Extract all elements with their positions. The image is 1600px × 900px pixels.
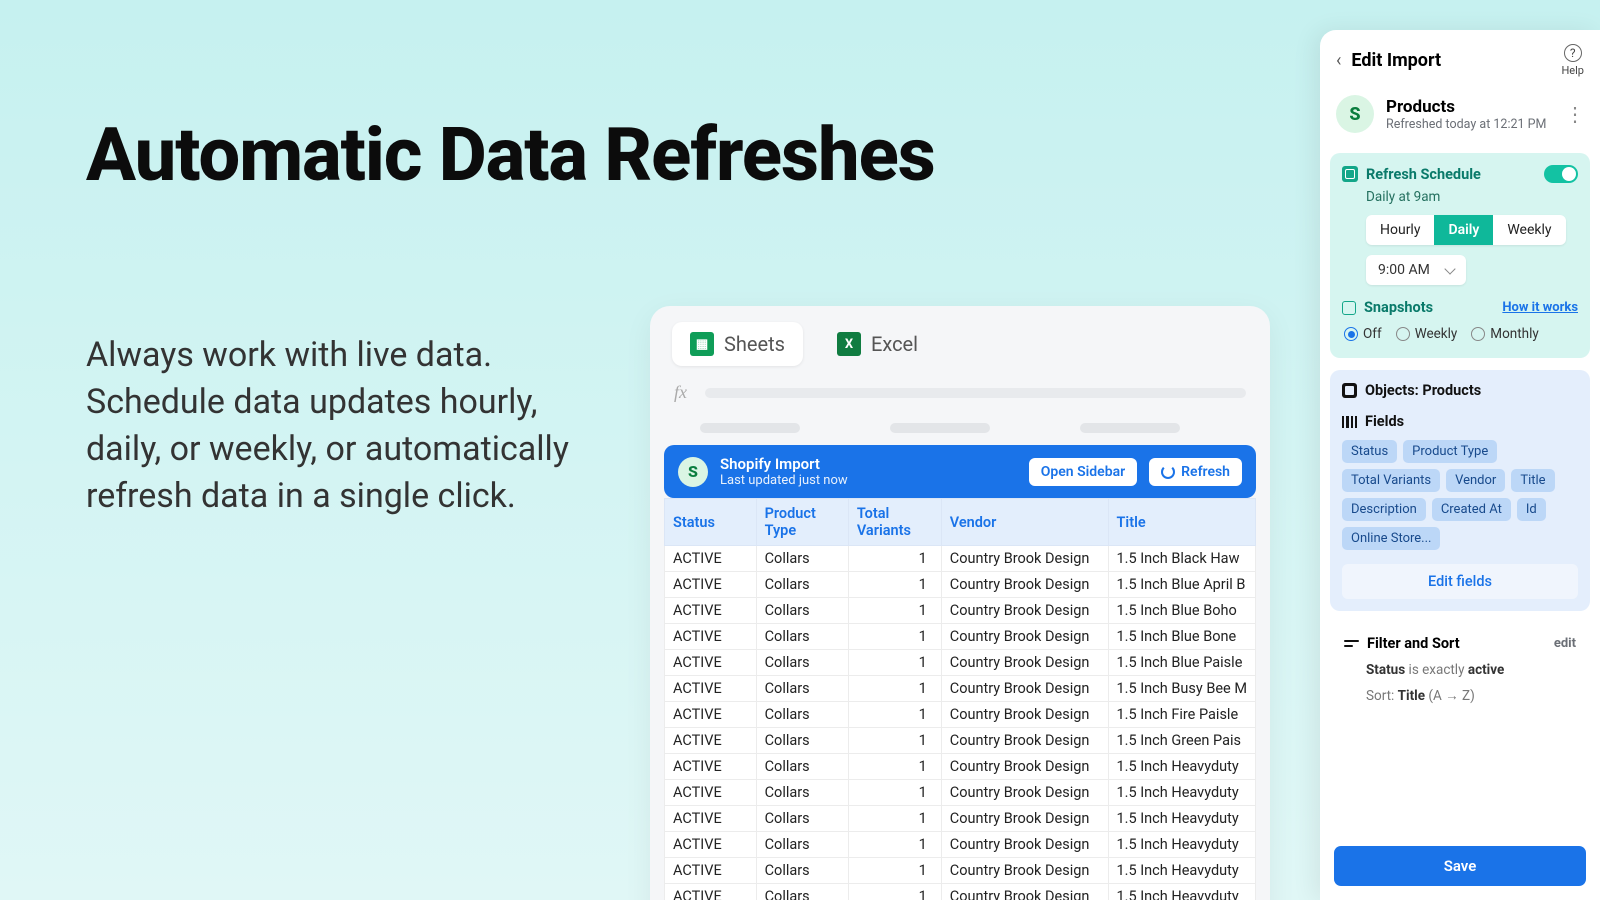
fx-icon: fx	[674, 382, 687, 403]
table-row[interactable]: ACTIVECollars1Country Brook Design1.5 In…	[665, 546, 1256, 572]
table-row[interactable]: ACTIVECollars1Country Brook Design1.5 In…	[665, 754, 1256, 780]
data-grid[interactable]: StatusProduct TypeTotal VariantsVendorTi…	[664, 498, 1256, 900]
table-row[interactable]: ACTIVECollars1Country Brook Design1.5 In…	[665, 650, 1256, 676]
filter-edit-link[interactable]: edit	[1554, 636, 1576, 651]
spreadsheet-card: ▦ Sheets X Excel fx S Shopify Import Las…	[650, 306, 1270, 900]
marketing-headline: Automatic Data Refreshes	[86, 112, 935, 199]
how-it-works-link[interactable]: How it works	[1502, 300, 1578, 315]
table-row[interactable]: ACTIVECollars1Country Brook Design1.5 In…	[665, 780, 1256, 806]
field-chip[interactable]: Product Type	[1403, 440, 1497, 463]
help-icon: ?	[1564, 44, 1582, 62]
sheets-icon: ▦	[690, 332, 714, 356]
snapshot-weekly[interactable]: Weekly	[1396, 326, 1458, 342]
formula-bar[interactable]: fx	[650, 376, 1270, 417]
schedule-icon	[1342, 166, 1358, 182]
field-chip[interactable]: Created At	[1432, 498, 1511, 521]
formula-input-placeholder	[705, 388, 1246, 398]
table-row[interactable]: ACTIVECollars1Country Brook Design1.5 In…	[665, 598, 1256, 624]
refresh-icon	[1161, 465, 1175, 479]
chevron-down-icon	[1444, 263, 1455, 274]
freq-hourly[interactable]: Hourly	[1366, 215, 1434, 245]
objects-label: Objects: Products	[1365, 382, 1481, 399]
edit-fields-button[interactable]: Edit fields	[1342, 564, 1578, 599]
objects-section: Objects: Products Fields Status Product T…	[1330, 370, 1590, 611]
field-chip[interactable]: Total Variants	[1342, 469, 1440, 492]
field-chip[interactable]: Status	[1342, 440, 1397, 463]
col-total-variants[interactable]: Total Variants	[848, 499, 941, 546]
banner-title: Shopify Import	[720, 455, 848, 473]
import-banner: S Shopify Import Last updated just now O…	[664, 445, 1256, 498]
field-chip[interactable]: Id	[1517, 498, 1546, 521]
table-row[interactable]: ACTIVECollars1Country Brook Design1.5 In…	[665, 624, 1256, 650]
column-placeholders	[650, 417, 1270, 445]
field-chip[interactable]: Title	[1511, 469, 1554, 492]
save-button[interactable]: Save	[1334, 846, 1586, 886]
snapshot-off[interactable]: Off	[1344, 326, 1382, 342]
schedule-section: Refresh Schedule Daily at 9am Hourly Dai…	[1330, 153, 1590, 358]
source-name: Products	[1386, 97, 1553, 117]
freq-weekly[interactable]: Weekly	[1493, 215, 1565, 245]
filter-icon	[1344, 640, 1359, 647]
panel-title: Edit Import	[1351, 50, 1551, 71]
table-row[interactable]: ACTIVECollars1Country Brook Design1.5 In…	[665, 858, 1256, 884]
snapshot-monthly[interactable]: Monthly	[1471, 326, 1538, 342]
objects-icon	[1342, 383, 1357, 398]
source-menu-icon[interactable]: ⋮	[1565, 102, 1584, 126]
freq-daily[interactable]: Daily	[1434, 215, 1493, 245]
open-sidebar-button[interactable]: Open Sidebar	[1029, 458, 1137, 486]
tab-sheets-label: Sheets	[724, 332, 785, 356]
fields-label: Fields	[1365, 413, 1404, 430]
table-row[interactable]: ACTIVECollars1Country Brook Design1.5 In…	[665, 702, 1256, 728]
back-icon[interactable]: ‹	[1336, 50, 1341, 71]
table-row[interactable]: ACTIVECollars1Country Brook Design1.5 In…	[665, 728, 1256, 754]
field-chip[interactable]: Online Store...	[1342, 527, 1440, 550]
snapshots-icon	[1342, 301, 1356, 315]
help-button[interactable]: ?Help	[1561, 44, 1584, 77]
excel-icon: X	[837, 332, 861, 356]
schedule-toggle[interactable]	[1544, 165, 1578, 183]
table-row[interactable]: ACTIVECollars1Country Brook Design1.5 In…	[665, 832, 1256, 858]
frequency-segment: Hourly Daily Weekly	[1366, 215, 1566, 245]
schedule-label: Refresh Schedule	[1366, 166, 1481, 183]
col-status[interactable]: Status	[665, 499, 757, 546]
field-chip[interactable]: Description	[1342, 498, 1426, 521]
field-chip[interactable]: Vendor	[1446, 469, 1505, 492]
marketing-subtext: Always work with live data. Schedule dat…	[86, 332, 586, 520]
refresh-button[interactable]: Refresh	[1149, 458, 1242, 486]
tab-excel[interactable]: X Excel	[819, 322, 936, 366]
edit-import-panel: ‹ Edit Import ?Help S Products Refreshed…	[1320, 30, 1600, 900]
tab-sheets[interactable]: ▦ Sheets	[672, 322, 803, 366]
banner-subtitle: Last updated just now	[720, 473, 848, 488]
table-row[interactable]: ACTIVECollars1Country Brook Design1.5 In…	[665, 884, 1256, 900]
fields-icon	[1342, 416, 1357, 428]
snapshots-label: Snapshots	[1364, 299, 1433, 316]
col-title[interactable]: Title	[1108, 499, 1255, 546]
sort-rule: Sort: Title (A → Z)	[1366, 688, 1576, 704]
time-select[interactable]: 9:00 AM	[1366, 255, 1466, 285]
table-row[interactable]: ACTIVECollars1Country Brook Design1.5 In…	[665, 806, 1256, 832]
schedule-summary: Daily at 9am	[1366, 189, 1578, 205]
col-product-type[interactable]: Product Type	[756, 499, 848, 546]
table-row[interactable]: ACTIVECollars1Country Brook Design1.5 In…	[665, 676, 1256, 702]
table-row[interactable]: ACTIVECollars1Country Brook Design1.5 In…	[665, 572, 1256, 598]
tab-excel-label: Excel	[871, 332, 918, 356]
source-badge-icon: S	[1336, 95, 1374, 133]
col-vendor[interactable]: Vendor	[941, 499, 1108, 546]
filter-rule: Status is exactly active	[1366, 662, 1576, 678]
filter-section: Filter and Sort edit Status is exactly a…	[1330, 623, 1590, 716]
shopify-badge-icon: S	[678, 457, 708, 487]
filter-label: Filter and Sort	[1367, 635, 1460, 652]
source-subtitle: Refreshed today at 12:21 PM	[1386, 117, 1553, 132]
